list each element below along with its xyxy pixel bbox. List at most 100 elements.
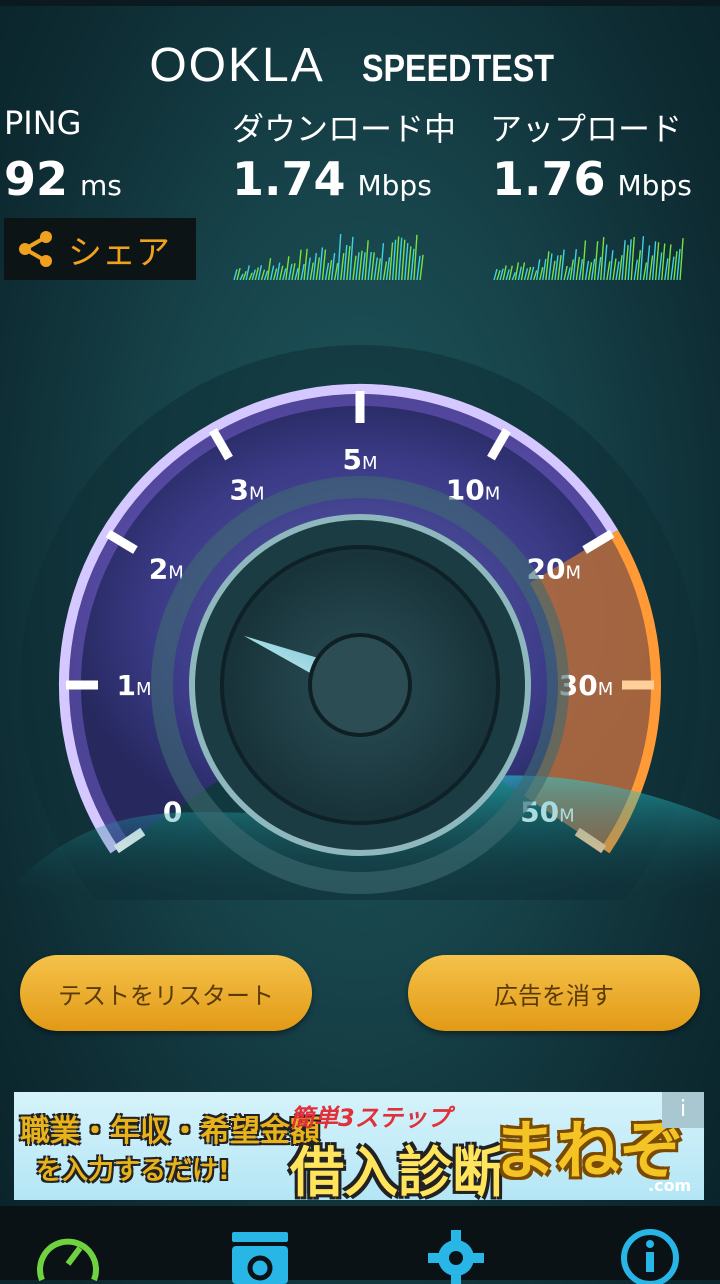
share-icon xyxy=(19,231,52,267)
sparkline-bar xyxy=(382,261,388,280)
sparkline-bar xyxy=(309,262,314,280)
ad-banner[interactable]: 職業・年収・希望金額 を入力するだけ! 簡単3ステップ 借入診断 まねぞう .c… xyxy=(14,1092,704,1200)
sparkline-bar xyxy=(394,236,400,280)
download-sparkline xyxy=(233,234,424,280)
sparkline-bar xyxy=(349,236,354,280)
sparkline-bar xyxy=(603,244,608,280)
sparkline-bar xyxy=(597,256,602,280)
upload-sparkline xyxy=(493,236,684,280)
sparkline-bar xyxy=(401,239,406,280)
sparkline-bar xyxy=(343,245,348,280)
results-icon[interactable] xyxy=(228,1224,292,1284)
sparkline-bar xyxy=(493,268,498,280)
sparkline-bar xyxy=(593,241,599,280)
bottom-nav xyxy=(0,1206,720,1284)
sparkline-bar xyxy=(548,253,553,280)
sparkline-bar xyxy=(618,255,623,280)
sparkline-bar xyxy=(679,238,684,280)
sparkline-bar xyxy=(505,269,510,280)
sparkline-bar xyxy=(496,270,501,280)
restart-test-button[interactable]: テストをリスタート xyxy=(20,955,312,1031)
sparkline-bar xyxy=(269,265,275,280)
sparkline-bar xyxy=(315,257,321,280)
sparkline-bar xyxy=(569,259,574,280)
sparkline-bar xyxy=(276,262,281,280)
sparkline-bar xyxy=(318,247,324,280)
sparkline-bar xyxy=(279,265,284,280)
sparkline-bar xyxy=(364,240,369,280)
sparkline-bar xyxy=(536,259,541,280)
sparkline-bar xyxy=(312,252,317,280)
status-bar xyxy=(0,0,720,6)
app-logo: OOKLA SPEEDTEST xyxy=(0,38,720,93)
ad-info-icon[interactable]: i xyxy=(662,1092,704,1128)
sparkline-bar xyxy=(523,268,529,280)
ad-line1: 職業・年収・希望金額 xyxy=(20,1114,320,1149)
sparkline-bar xyxy=(370,252,375,280)
speedometer-icon[interactable] xyxy=(36,1224,100,1284)
sparkline-bar xyxy=(590,258,596,280)
sparkline-bar xyxy=(554,255,559,280)
sparkline-bar xyxy=(282,268,287,280)
sparkline-bar xyxy=(233,269,238,280)
ad-domain: .com xyxy=(648,1176,692,1195)
sparkline-bar xyxy=(612,258,617,280)
info-icon[interactable] xyxy=(618,1224,682,1284)
sparkline-bar xyxy=(648,255,654,280)
sparkline-bar xyxy=(407,246,412,280)
sparkline-bar xyxy=(557,255,562,280)
sparkline-bar xyxy=(306,257,311,280)
sparkline-bar xyxy=(587,262,593,280)
sparkline-bar xyxy=(633,259,638,280)
sparkline-bar xyxy=(529,266,535,280)
sparkline-bar xyxy=(330,253,336,280)
sparkline-bar xyxy=(260,269,266,280)
sparkline-bar xyxy=(367,251,372,280)
sparkline-bar xyxy=(391,239,397,280)
sparkline-bar xyxy=(670,256,675,280)
sparkline-bar xyxy=(346,246,351,280)
sparkline-bar xyxy=(419,254,424,280)
sparkline-bar xyxy=(321,249,327,280)
sparkline-bar xyxy=(539,267,544,280)
sparkline-bar xyxy=(542,258,547,280)
upload-value: 1.76 xyxy=(492,152,606,206)
sparkline-bar xyxy=(388,242,394,280)
sparkline-bar xyxy=(664,258,669,280)
sparkline-bar xyxy=(410,248,415,280)
sparkline-bar xyxy=(572,249,577,280)
sparkline-bar xyxy=(642,262,648,280)
ping-label: PING xyxy=(4,104,82,142)
sparkline-bar xyxy=(404,243,409,280)
sparkline-bar xyxy=(373,257,378,280)
sparkline-bar xyxy=(520,262,526,280)
download-value: 1.74 xyxy=(232,152,346,206)
sparkline-bar xyxy=(584,260,590,280)
sparkline-bar xyxy=(413,234,418,280)
sparkline-bar xyxy=(324,262,330,280)
sparkline-bar xyxy=(639,236,645,280)
sparkline-bar xyxy=(248,272,253,280)
sparkline-bar xyxy=(676,248,681,280)
sparkline-bar xyxy=(563,265,568,280)
sparkline-bar xyxy=(661,243,666,280)
gear-icon[interactable] xyxy=(424,1224,488,1284)
sparkline-bar xyxy=(624,245,629,280)
speed-gauge: 01M2M3M5M10M20M30M50M xyxy=(0,345,720,900)
sparkline-bar xyxy=(376,258,382,280)
sparkline-bar xyxy=(532,270,538,280)
sparkline-bar xyxy=(352,255,357,280)
sparkline-bar xyxy=(272,268,278,280)
share-button[interactable]: シェア xyxy=(4,218,196,280)
sparkline-bar xyxy=(297,249,302,280)
ping-value: 92 xyxy=(4,152,69,206)
sparkline-bar xyxy=(566,267,571,280)
sparkline-bar xyxy=(379,243,385,280)
sparkline-bar xyxy=(398,237,403,280)
sparkline-bar xyxy=(499,268,504,280)
sparkline-bar xyxy=(340,253,345,280)
sparkline-bar xyxy=(361,252,366,280)
sparkline-bar xyxy=(291,263,296,280)
remove-ads-button[interactable]: 広告を消す xyxy=(408,955,700,1031)
sparkline-bar xyxy=(609,250,614,280)
